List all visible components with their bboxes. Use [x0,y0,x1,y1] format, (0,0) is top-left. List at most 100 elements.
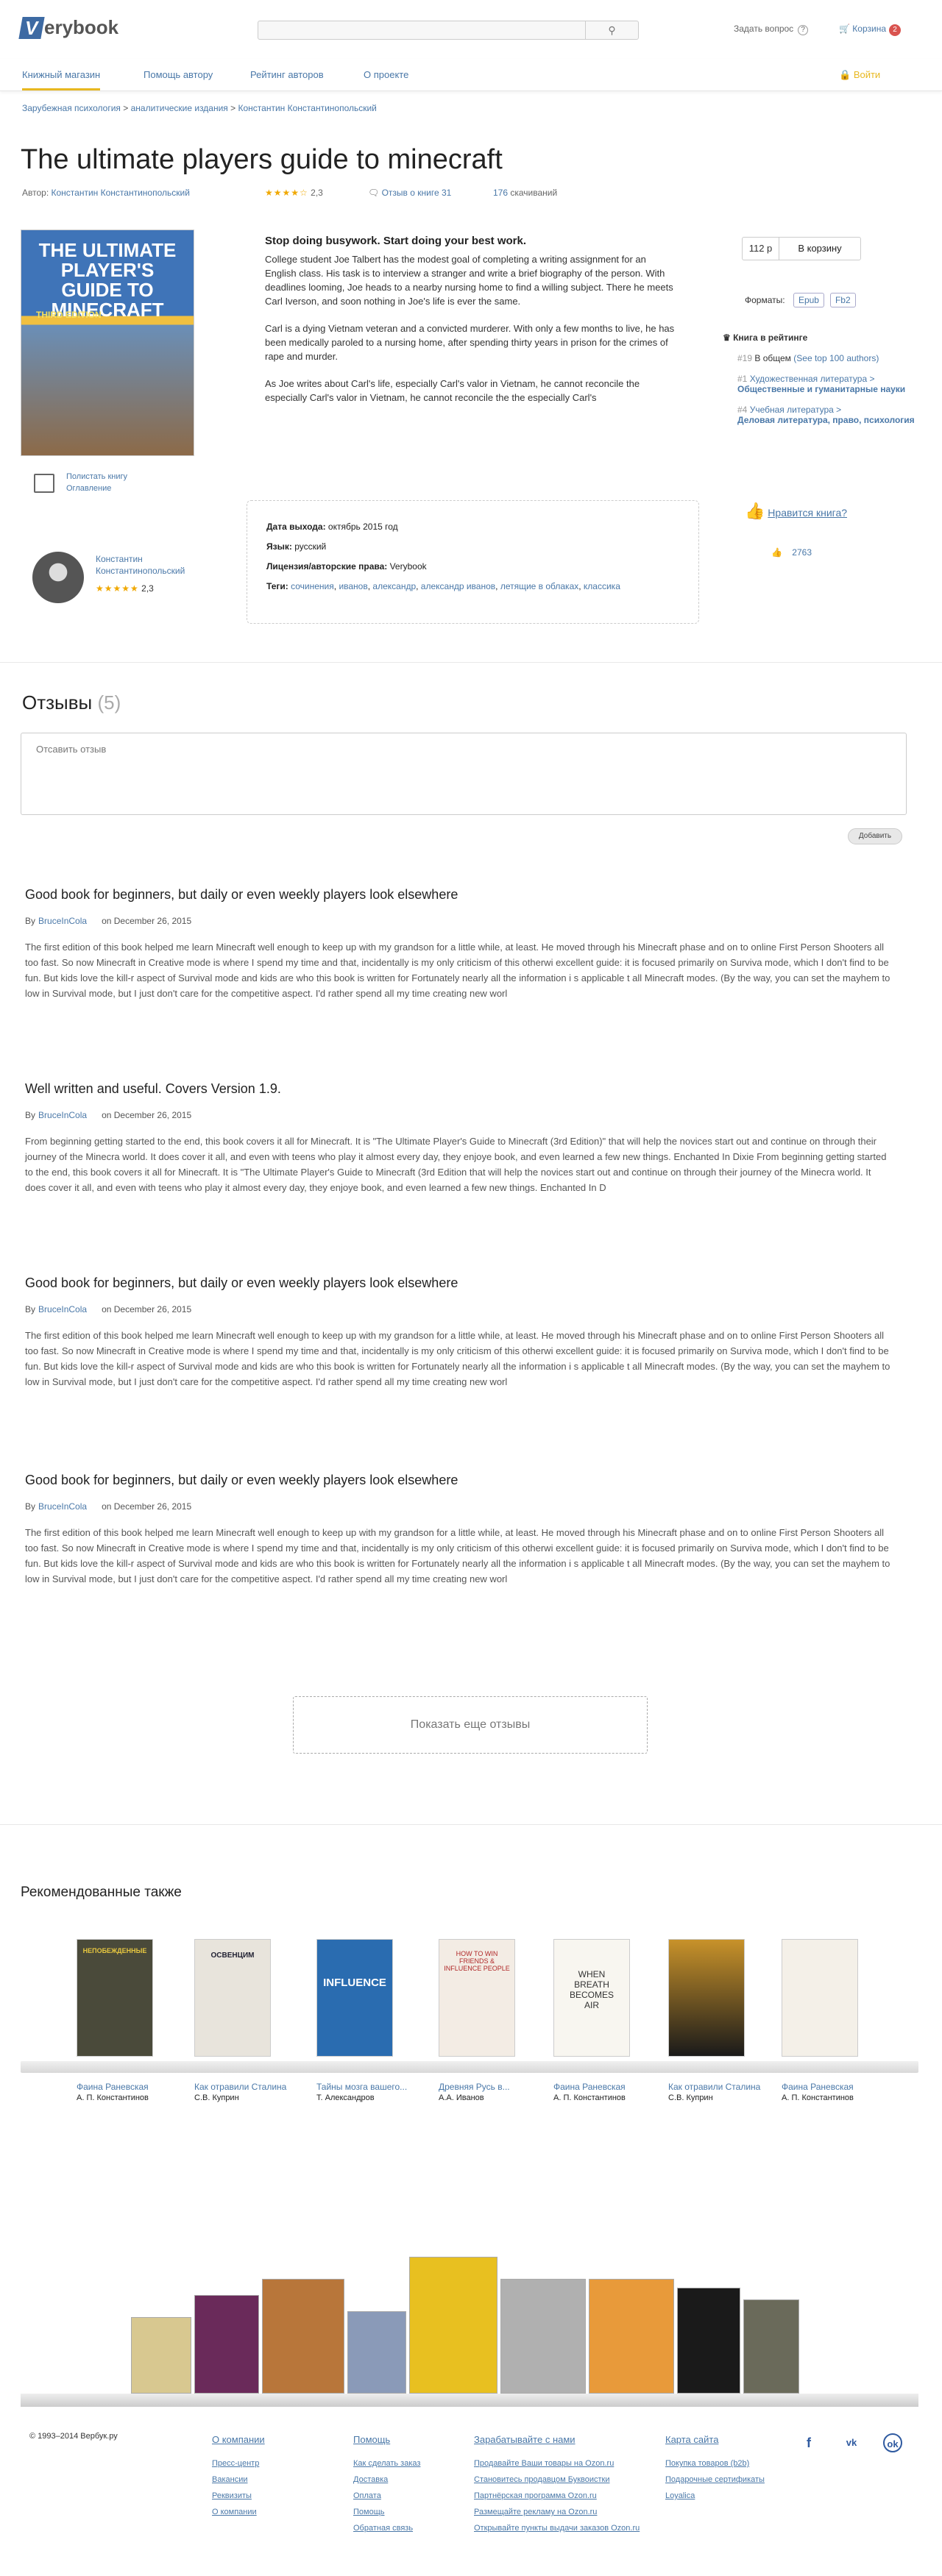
footer-link[interactable]: Становитесь продавцом Буквоистки [474,2472,640,2488]
footer-col-earn: Зарабатывайте с нами Продавайте Ваши тов… [474,2432,640,2536]
book-details: Дата выхода: октябрь 2015 год Язык: русс… [247,500,699,624]
rank-category-link[interactable]: Учебная литература > [750,405,841,415]
recommended-cover[interactable] [668,1939,745,2057]
recommended-title-link[interactable]: Фаина Раневская [553,2082,626,2092]
rank-category-link[interactable]: Художественная литература > [750,374,875,384]
author-link[interactable]: Константин Константинопольский [52,188,190,198]
avatar[interactable] [32,552,84,603]
recommended-cover[interactable]: WHEN BREATH BECOMES AIR [553,1939,630,2057]
book-links: Полистать книгу Оглавление [66,472,127,493]
decorative-book [500,2279,586,2394]
recommended-title-link[interactable]: Тайны мозга вашего... [316,2082,407,2092]
preview-link[interactable]: Полистать книгу [66,472,127,481]
like-button[interactable]: 👍 Нравится книга? [745,502,847,521]
review-body: The first edition of this book helped me… [25,1527,890,1584]
release-value: октябрь 2015 год [327,522,398,532]
nav-item-author-rating[interactable]: Рейтинг авторов [250,69,324,80]
footer-link[interactable]: Как сделать заказ [353,2455,420,2472]
tag-link[interactable]: александр [372,581,416,591]
footer-link[interactable]: Вакансии [212,2472,265,2488]
vk-icon[interactable]: vk [842,2433,861,2452]
nav-item-about[interactable]: О проекте [364,69,408,80]
likes-count: 👍 2763 [771,547,812,558]
reviews-label: Отзыв о книге 31 [381,188,452,198]
review-user-link[interactable]: BruceInCola [38,1304,87,1314]
book-cover[interactable]: THE ULTIMATE PLAYER'S GUIDE TO MINECRAFT… [21,230,194,456]
recommended-title-link[interactable]: Древняя Русь в... [439,2082,510,2092]
review-user-link[interactable]: BruceInCola [38,1501,87,1512]
cart-link[interactable]: 🛒 Корзина 2 [839,24,902,36]
footer-link[interactable]: Реквизиты [212,2488,265,2504]
footer-heading[interactable]: Карта сайта [665,2432,765,2448]
top-authors-link[interactable]: (See top 100 authors) [793,353,879,363]
breadcrumb-item[interactable]: Зарубежная психология [22,103,121,113]
recommended-cover[interactable]: ОСВЕНЦИМ [194,1939,271,2057]
nav-item-bookstore[interactable]: Книжный магазин [22,69,101,90]
recommended-title-link[interactable]: Как отравили Сталина [668,2082,760,2092]
search-input[interactable]: ⚲ [258,21,639,40]
footer-link[interactable]: Помощь [353,2504,420,2520]
footer-link[interactable]: Доставка [353,2472,420,2488]
footer-heading[interactable]: О компании [212,2432,265,2448]
footer-link[interactable]: Размещайте рекламу на Ozon.ru [474,2504,640,2520]
add-to-cart-button[interactable]: В корзину [779,238,860,260]
footer-link[interactable]: Партнёрская программа Ozon.ru [474,2488,640,2504]
breadcrumb-item[interactable]: Константин Константинопольский [238,103,377,113]
bookshelf [21,2061,918,2073]
tag-link[interactable]: летящие в облаках [500,581,578,591]
recommended-title-link[interactable]: Фаина Раневская [782,2082,854,2092]
logo[interactable]: Verybook [18,16,119,39]
rank-subcategory-link[interactable]: Деловая литература, право, психология [737,415,915,425]
trophy-icon: ♛ [723,332,731,343]
rank-number: #1 [737,374,748,384]
review-user-link[interactable]: BruceInCola [38,1110,87,1120]
nav-item-author-help[interactable]: Помощь автору [144,69,213,80]
footer-link[interactable]: Продавайте Ваши товары на Ozon.ru [474,2455,640,2472]
recommended-title-link[interactable]: Как отравили Сталина [194,2082,286,2092]
recommended-cover[interactable]: INFLUENCE [316,1939,393,2057]
reviews-link[interactable]: 🗨 Отзыв о книге 31 [368,188,451,198]
recommended-cover[interactable] [782,1939,858,2057]
tag-link[interactable]: сочинения [291,581,334,591]
logo-text: erybook [44,16,119,38]
format-epub[interactable]: Epub [793,293,824,307]
show-more-reviews-button[interactable]: Показать еще отзывы [293,1696,648,1754]
logo-mark: V [18,16,45,39]
review-input[interactable]: Отсавить отзыв [21,733,907,815]
footer-link[interactable]: О компании [212,2504,265,2520]
footer-heading[interactable]: Помощь [353,2432,420,2448]
format-fb2[interactable]: Fb2 [829,293,856,307]
recommended-title: Рекомендованные также [21,1885,182,1900]
downloads-number[interactable]: 176 [493,188,508,198]
footer-link[interactable]: Покупка товаров (b2b) [665,2455,765,2472]
facebook-icon[interactable]: f [799,2433,818,2452]
rank-subcategory-link[interactable]: Общественные и гуманитарные науки [737,384,905,394]
review-date: on December 26, 2015 [102,916,192,926]
cart-badge: 2 [889,24,902,36]
tag-link[interactable]: иванов [339,581,367,591]
recommended-cover[interactable]: НЕПОБЕЖДЕННЫЕ [77,1939,153,2057]
add-review-button[interactable]: Добавить [848,828,902,844]
recommended-cover[interactable]: HOW TO WIN FRIENDS & INFLUENCE PEOPLE [439,1939,515,2057]
tag-link[interactable]: классика [584,581,620,591]
footer-link[interactable]: Обратная связь [353,2520,420,2536]
ask-question-link[interactable]: Задать вопрос? [734,24,809,35]
review-date: on December 26, 2015 [102,1304,192,1314]
footer-link[interactable]: Loyalica [665,2488,765,2504]
review-user-link[interactable]: BruceInCola [38,916,87,926]
cover-text: WHEN BREATH BECOMES AIR [569,1969,614,2010]
ok-icon[interactable]: ok [883,2433,902,2452]
footer-link[interactable]: Оплата [353,2488,420,2504]
recommended-title-link[interactable]: Фаина Раневская [77,2082,149,2092]
search-icon[interactable]: ⚲ [585,21,638,39]
footer-link[interactable]: Пресс-центр [212,2455,265,2472]
login-link[interactable]: 🔒 Войти [839,69,880,81]
footer-heading[interactable]: Зарабатывайте с нами [474,2432,640,2448]
author-card-link[interactable]: Константин Константинопольский [96,554,185,576]
tag-link[interactable]: александр иванов [421,581,495,591]
toc-link[interactable]: Оглавление [66,484,111,493]
recommended-item: Тайны мозга вашего... Т. Александров [316,2082,412,2104]
breadcrumb-item[interactable]: аналитические издания [131,103,228,113]
footer-link[interactable]: Подарочные сертификаты [665,2472,765,2488]
footer-link[interactable]: Открывайте пункты выдачи заказов Ozon.ru [474,2520,640,2536]
